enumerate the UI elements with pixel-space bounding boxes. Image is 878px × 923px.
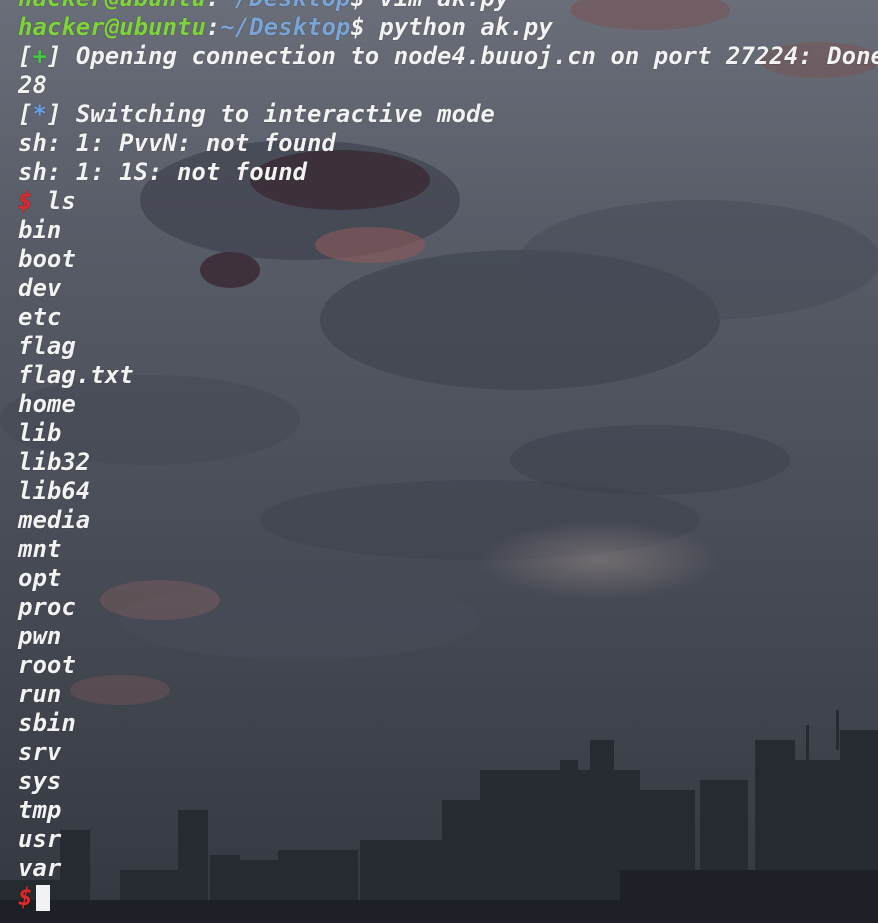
ls-entry: flag — [18, 332, 76, 360]
terminal-window[interactable]: hacker@ubuntu:~/Desktop$ vim ak.py hacke… — [0, 0, 878, 923]
output-error-line: sh: 1: PvvN: not found — [18, 129, 336, 157]
output-number: 28 — [18, 71, 47, 99]
status-plus-marker: + — [32, 42, 47, 70]
ls-entry: proc — [18, 593, 76, 621]
output-opening-text: Opening connection to node4.buuoj.cn on … — [75, 42, 878, 70]
ls-entry: usr — [18, 825, 62, 853]
status-star-marker: * — [32, 100, 47, 128]
prompt-command: vim ak.py — [379, 0, 509, 12]
prompt-command: python ak.py — [379, 13, 553, 41]
ls-entry: var — [18, 854, 62, 882]
prompt-line-python: hacker@ubuntu:~/Desktop$ python ak.py — [18, 13, 553, 41]
ls-entry: srv — [18, 738, 62, 766]
ls-output-list: bin boot dev etc flag flag.txt home lib … — [18, 216, 878, 883]
ls-entry: lib — [18, 419, 62, 447]
ls-entry: lib64 — [18, 477, 91, 505]
ls-entry: media — [18, 506, 91, 534]
output-error-line: sh: 1: 1S: not found — [18, 158, 307, 186]
prompt-line-vim: hacker@ubuntu:~/Desktop$ vim ak.py — [18, 0, 878, 13]
ls-entry: etc — [18, 303, 62, 331]
shell-prompt-symbol: $ — [18, 883, 33, 911]
shell-prompt-symbol: $ — [18, 187, 33, 215]
ls-entry: mnt — [18, 535, 62, 563]
ls-entry: sys — [18, 767, 62, 795]
ls-entry: run — [18, 680, 62, 708]
ls-entry: pwn — [18, 622, 62, 650]
prompt-path: ~/Desktop — [220, 0, 350, 12]
text-cursor — [36, 885, 51, 911]
shell-ls-command: $ ls — [18, 187, 878, 216]
ls-entry: dev — [18, 274, 62, 302]
ls-entry: opt — [18, 564, 62, 592]
output-switching-mode: [*] Switching to interactive mode — [18, 100, 495, 128]
ls-entry: tmp — [18, 796, 62, 824]
ls-entry: root — [18, 651, 76, 679]
shell-command-text: ls — [46, 187, 76, 215]
ls-entry: home — [18, 390, 76, 418]
prompt-user: hacker@ubuntu — [18, 0, 206, 12]
output-opening-connection: [+] Opening connection to node4.buuoj.cn… — [18, 42, 878, 71]
prompt-user: hacker@ubuntu — [18, 13, 206, 41]
ls-entry: boot — [18, 245, 76, 273]
ls-entry: lib32 — [18, 448, 91, 476]
ls-entry: bin — [18, 216, 62, 244]
prompt-path: ~/Desktop — [220, 13, 351, 41]
ls-entry: flag.txt — [18, 361, 134, 389]
ls-entry: sbin — [18, 709, 76, 737]
output-switching-text: Switching to interactive mode — [75, 100, 495, 128]
shell-input-line[interactable]: $ — [18, 883, 878, 912]
